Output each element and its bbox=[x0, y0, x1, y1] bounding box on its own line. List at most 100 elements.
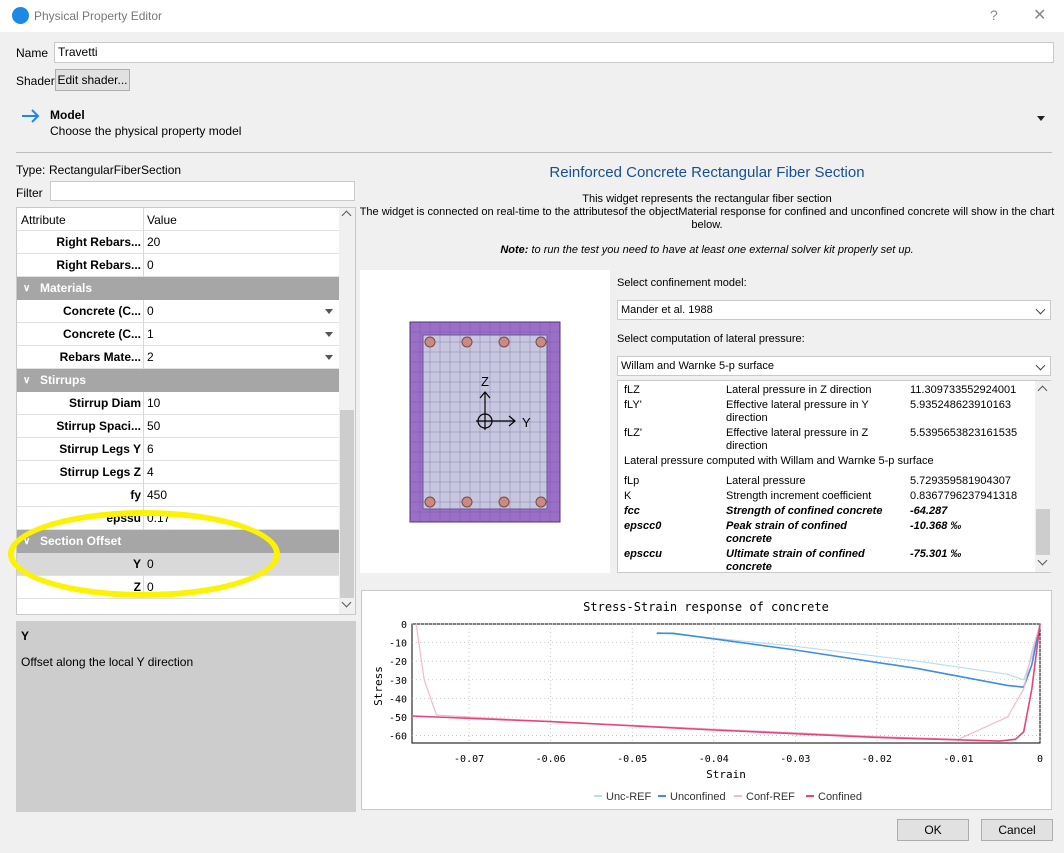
attribute-name: Rebars Mate... bbox=[59, 350, 141, 364]
table-row[interactable]: Stirrup Legs Y6 bbox=[17, 438, 339, 461]
chevron-down-icon[interactable]: ∨ bbox=[23, 369, 30, 392]
type-label: Type: bbox=[16, 163, 46, 177]
highlight-annotation bbox=[8, 510, 280, 598]
table-row[interactable]: Concrete (C... 0 bbox=[17, 300, 339, 323]
results-scrollbar[interactable] bbox=[1035, 381, 1051, 572]
rebar bbox=[535, 336, 547, 348]
attribute-name: Stirrup Legs Y bbox=[59, 442, 141, 456]
results-panel: fLZ Lateral pressure in Z direction 11.309… bbox=[617, 380, 1051, 573]
legend-entry[interactable]: Unconfined bbox=[670, 791, 726, 803]
scroll-down-icon[interactable] bbox=[1037, 555, 1048, 566]
shader-label: Shader bbox=[16, 74, 55, 88]
ok-button[interactable]: OK bbox=[897, 819, 969, 841]
legend-entry[interactable]: Conf-REF bbox=[746, 791, 795, 803]
result-name: fLZ bbox=[624, 384, 640, 396]
result-description-cont: concrete bbox=[726, 561, 772, 573]
attribute-name: Stirrup Diam bbox=[68, 396, 141, 410]
scroll-thumb[interactable] bbox=[340, 410, 354, 598]
results-heading: Lateral pressure computed with Willam an… bbox=[624, 455, 934, 467]
result-description: Lateral pressure bbox=[726, 475, 806, 487]
x-tick-label: -0.05 bbox=[617, 754, 647, 765]
table-header: Attribute Value bbox=[17, 208, 339, 231]
group-label: Materials bbox=[40, 281, 93, 295]
table-row[interactable]: Right Rebars... 20 bbox=[17, 231, 339, 254]
attribute-name: Right Rebars... bbox=[56, 258, 141, 272]
table-row[interactable]: Stirrup Legs Z4 bbox=[17, 461, 339, 484]
filter-input[interactable] bbox=[50, 181, 355, 201]
scroll-down-icon[interactable] bbox=[341, 597, 352, 608]
table-row[interactable]: Stirrup Spaci... 50 bbox=[17, 415, 339, 438]
model-expand-icon[interactable] bbox=[1037, 116, 1045, 121]
section-preview: Z Y bbox=[360, 270, 610, 573]
result-description-cont: direction bbox=[726, 412, 768, 424]
x-tick-label: -0.07 bbox=[454, 754, 484, 765]
result-description: Strength of confined concrete bbox=[726, 505, 883, 517]
result-name: epscc0 bbox=[624, 520, 662, 532]
dropdown-icon[interactable] bbox=[325, 309, 333, 314]
attribute-value[interactable]: 450 bbox=[143, 484, 339, 507]
filter-label: Filter bbox=[16, 186, 43, 200]
y-tick-label: -50 bbox=[389, 713, 407, 724]
description-text: Offset along the local Y direction bbox=[21, 655, 194, 669]
window-title: Physical Property Editor bbox=[34, 9, 163, 23]
arrow-right-icon bbox=[20, 106, 50, 126]
attribute-name: Concrete (C... bbox=[62, 327, 141, 341]
group-header[interactable]: ∨ Stirrups bbox=[17, 369, 339, 392]
attribute-value[interactable]: 1 bbox=[143, 323, 339, 346]
edit-shader-button[interactable]: Edit shader... bbox=[55, 69, 130, 91]
table-scrollbar[interactable] bbox=[339, 208, 355, 614]
result-value: 5.5395653823161535 bbox=[910, 427, 1018, 439]
group-header[interactable]: ∨ Materials bbox=[17, 277, 339, 300]
table-row[interactable]: Concrete (C... 1 bbox=[17, 323, 339, 346]
y-tick-label: -60 bbox=[389, 732, 407, 743]
table-row[interactable]: Rebars Mate... 2 bbox=[17, 346, 339, 369]
result-name: fLY' bbox=[624, 399, 642, 411]
confinement-value: Mander et al. 1988 bbox=[621, 304, 713, 316]
app-icon bbox=[12, 7, 29, 24]
scroll-thumb[interactable] bbox=[1036, 509, 1050, 555]
legend-entry[interactable]: Unc-REF bbox=[606, 791, 652, 803]
column-header-value[interactable]: Value bbox=[147, 213, 177, 227]
column-header-attribute[interactable]: Attribute bbox=[21, 213, 66, 227]
legend-entry[interactable]: Confined bbox=[818, 791, 862, 803]
widget-line3: below. bbox=[691, 219, 723, 231]
chevron-down-icon bbox=[1035, 360, 1046, 371]
x-axis-label: Strain bbox=[706, 768, 746, 781]
table-row[interactable]: fy 450 bbox=[17, 484, 339, 507]
attribute-value[interactable]: 2 bbox=[143, 346, 339, 369]
y-axis-label: Stress bbox=[372, 666, 385, 706]
dropdown-icon[interactable] bbox=[325, 355, 333, 360]
widget-line1: This widget represents the rectangular f… bbox=[582, 193, 832, 205]
widget-line2: The widget is connected on real-time to … bbox=[359, 206, 1055, 218]
attribute-value[interactable]: 10 bbox=[143, 392, 339, 415]
name-input[interactable]: Travetti bbox=[54, 42, 1054, 63]
attribute-value[interactable]: 0 bbox=[143, 300, 339, 323]
result-name: fLp bbox=[624, 475, 640, 487]
description-panel: Y Offset along the local Y direction bbox=[16, 621, 356, 812]
lateral-label: Select computation of lateral pressure: bbox=[617, 333, 805, 345]
scroll-up-icon[interactable] bbox=[1037, 385, 1048, 396]
help-button[interactable]: ? bbox=[990, 7, 998, 23]
close-button[interactable]: ✕ bbox=[1033, 5, 1046, 25]
attribute-name: Stirrup Legs Z bbox=[59, 465, 141, 479]
group-label: Stirrups bbox=[40, 373, 87, 387]
x-tick-label: 0 bbox=[1037, 754, 1043, 765]
table-row[interactable]: Stirrup Diam 10 bbox=[17, 392, 339, 415]
scroll-up-icon[interactable] bbox=[341, 210, 352, 221]
attribute-value[interactable]: 50 bbox=[143, 415, 339, 438]
plot-area bbox=[411, 623, 1041, 744]
table-row[interactable]: Right Rebars... 0 bbox=[17, 254, 339, 277]
cancel-button[interactable]: Cancel bbox=[981, 819, 1053, 841]
attribute-value[interactable]: 20 bbox=[143, 231, 339, 254]
rebar bbox=[461, 496, 473, 508]
result-value: -64.287 bbox=[910, 505, 948, 517]
dropdown-icon[interactable] bbox=[325, 332, 333, 337]
lateral-select[interactable]: Willam and Warnke 5-p surface bbox=[617, 356, 1051, 376]
attribute-value[interactable]: 0 bbox=[143, 254, 339, 277]
attribute-value[interactable]: 4 bbox=[143, 461, 339, 484]
result-description: Peak strain of confined bbox=[726, 520, 848, 532]
confinement-select[interactable]: Mander et al. 1988 bbox=[617, 300, 1051, 320]
chevron-down-icon[interactable]: ∨ bbox=[23, 277, 30, 300]
x-tick-label: -0.04 bbox=[699, 754, 729, 765]
attribute-value[interactable]: 6 bbox=[143, 438, 339, 461]
